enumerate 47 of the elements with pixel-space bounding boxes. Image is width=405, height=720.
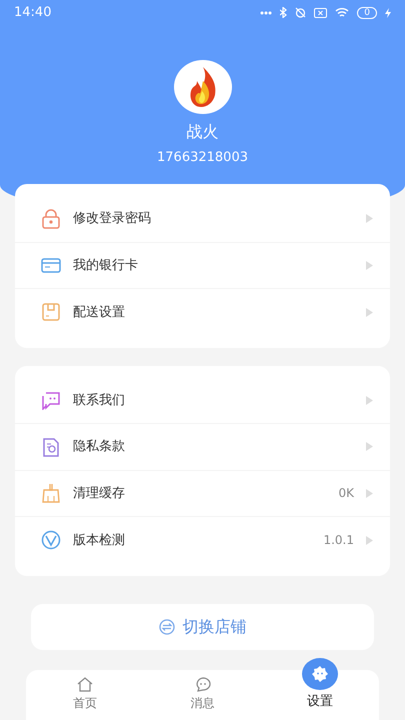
menu-label: 修改登录密码 — [73, 210, 152, 228]
chevron-icon — [366, 442, 373, 452]
menu-label: 联系我们 — [73, 392, 126, 410]
home-icon — [76, 676, 93, 692]
charging-icon — [385, 8, 391, 18]
chevron-icon — [366, 536, 373, 545]
phone-number: 17663218003 — [156, 149, 249, 167]
chevron-icon — [366, 260, 373, 270]
sim-icon — [314, 8, 328, 18]
user-name: 战火 — [186, 121, 220, 143]
alarm-off-icon — [295, 7, 306, 18]
menu-item[interactable]: 清理缓存 0K — [15, 470, 390, 517]
menu-label: 版本检测 — [73, 532, 126, 550]
chevron-icon — [366, 396, 373, 405]
tab[interactable]: 设置 — [261, 658, 380, 720]
document-icon — [41, 436, 61, 457]
wifi-icon — [335, 7, 350, 18]
switch-icon — [158, 618, 174, 634]
box-icon — [41, 302, 61, 322]
menu-value: 1.0.1 — [323, 532, 354, 550]
lock-icon — [41, 208, 61, 229]
menu-label: 隐私条款 — [73, 438, 126, 456]
menu-item[interactable]: 隐私条款 — [15, 424, 390, 470]
menu-item[interactable]: 联系我们 — [15, 378, 390, 424]
chevron-icon — [366, 214, 373, 224]
tab[interactable]: 首页 — [26, 658, 144, 720]
menu-item[interactable]: 版本检测 1.0.1 — [15, 517, 390, 564]
menu-label: 我的银行卡 — [73, 256, 139, 274]
chevron-icon — [366, 488, 373, 498]
version-icon — [41, 530, 61, 550]
battery-indicator: 0 — [357, 6, 377, 18]
menu-item[interactable]: 修改登录密码 — [15, 196, 390, 242]
bluetooth-icon — [280, 7, 288, 18]
menu-value: 0K — [338, 485, 354, 502]
more-icon — [260, 10, 272, 14]
menu-label: 配送设置 — [73, 304, 126, 322]
chat-icon — [41, 390, 61, 410]
broom-icon — [41, 483, 61, 504]
status-time: 14:40 — [14, 4, 52, 22]
menu-item[interactable]: 配送设置 — [15, 289, 390, 336]
flame-icon — [188, 67, 216, 107]
chevron-icon — [366, 308, 373, 317]
menu-label: 清理缓存 — [73, 484, 126, 502]
gear-icon — [311, 664, 330, 682]
tab[interactable]: 消息 — [144, 658, 262, 720]
chat-icon — [194, 676, 210, 692]
menu-item[interactable]: 我的银行卡 — [15, 242, 390, 289]
